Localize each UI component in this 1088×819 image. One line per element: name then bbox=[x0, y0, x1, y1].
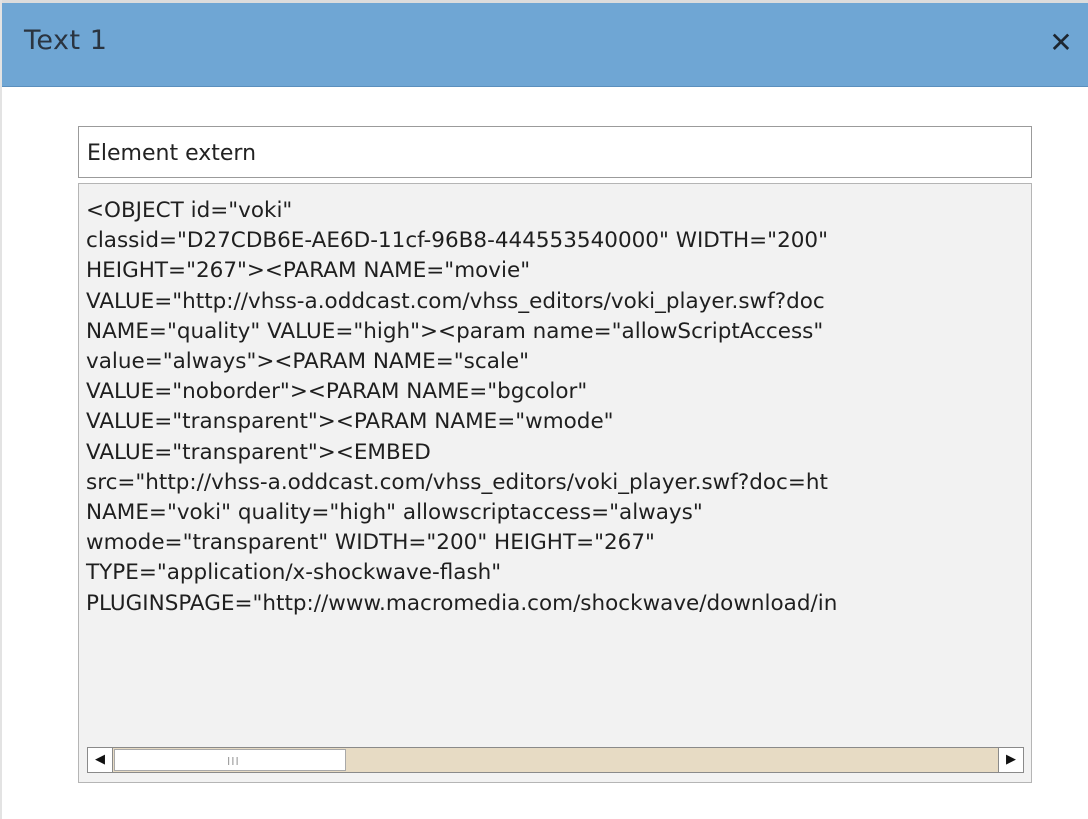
code-line: value="always"><PARAM NAME="scale" bbox=[86, 349, 529, 375]
dialog-title: Text 1 bbox=[24, 25, 108, 56]
code-line: VALUE="transparent"><PARAM NAME="wmode" bbox=[86, 409, 614, 435]
code-line: TYPE="application/x-shockwave-flash" bbox=[86, 560, 502, 586]
dialog-titlebar[interactable]: Text 1 ✕ bbox=[2, 0, 1088, 87]
embed-code-textarea[interactable]: <OBJECT id="voki" classid="D27CDB6E-AE6D-… bbox=[78, 183, 1032, 783]
code-line: HEIGHT="267"><PARAM NAME="movie" bbox=[86, 258, 531, 284]
scrollbar-grip: III bbox=[227, 755, 240, 768]
embed-code-text: <OBJECT id="voki" classid="D27CDB6E-AE6D-… bbox=[86, 196, 1031, 619]
code-line: classid="D27CDB6E-AE6D-11cf-96B8-4445535… bbox=[86, 228, 828, 254]
code-line: VALUE="http://vhss-a.oddcast.com/vhss_ed… bbox=[86, 288, 825, 314]
code-line: VALUE="noborder"><PARAM NAME="bgcolor" bbox=[86, 379, 588, 405]
code-line: <OBJECT id="voki" bbox=[86, 198, 293, 223]
element-name-field[interactable]: Element extern bbox=[78, 126, 1032, 178]
code-line: src="http://vhss-a.oddcast.com/vhss_edit… bbox=[86, 469, 828, 495]
close-icon[interactable]: ✕ bbox=[1046, 29, 1076, 59]
code-line: NAME="quality" VALUE="high"><param name=… bbox=[86, 318, 824, 344]
horizontal-scrollbar[interactable]: ◀ III ▶ bbox=[87, 747, 1024, 773]
code-line: wmode="transparent" WIDTH="200" HEIGHT="… bbox=[86, 530, 655, 556]
code-line: VALUE="transparent"><EMBED bbox=[86, 439, 431, 465]
dialog-window: Text 1 ✕ Element extern <OBJECT id="voki… bbox=[0, 0, 1088, 819]
scrollbar-thumb[interactable]: III bbox=[114, 749, 346, 771]
code-line: PLUGINSPAGE="http://www.macromedia.com/s… bbox=[86, 590, 838, 616]
code-line: NAME="voki" quality="high" allowscriptac… bbox=[86, 500, 703, 526]
arrow-right-icon[interactable]: ▶ bbox=[998, 748, 1023, 772]
arrow-left-icon[interactable]: ◀ bbox=[88, 748, 113, 772]
